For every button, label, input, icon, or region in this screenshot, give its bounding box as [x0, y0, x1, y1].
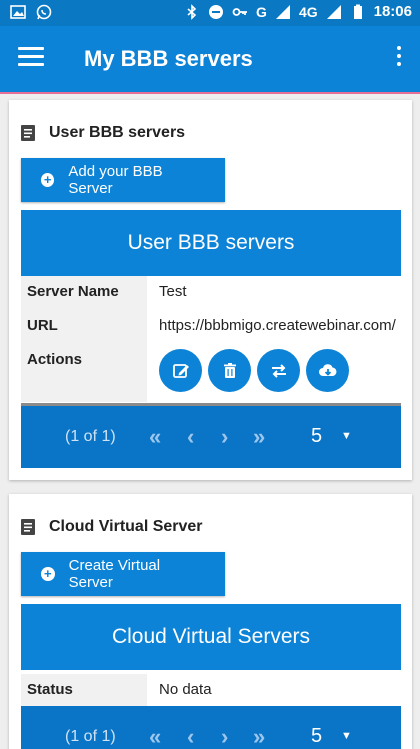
row-value: Test	[159, 283, 187, 300]
network-type-label: G	[256, 3, 267, 20]
do-not-disturb-icon	[209, 4, 224, 19]
row-value: No data	[159, 681, 212, 698]
cloud-servers-header: Cloud Virtual Server	[21, 518, 203, 536]
user-servers-pager: (1 of 1) « ‹ › » 5 ▼	[21, 406, 401, 468]
add-server-button-label: Add your BBB Server	[68, 163, 163, 197]
prev-page-icon[interactable]: ‹	[187, 424, 194, 450]
more-vert-icon[interactable]	[396, 46, 402, 68]
battery-icon	[353, 4, 362, 19]
prev-page-icon[interactable]: ‹	[187, 724, 194, 749]
table-row: Server Name Test	[21, 276, 401, 310]
user-servers-table-title: User BBB servers	[21, 210, 401, 276]
swap-button[interactable]	[257, 349, 300, 392]
user-servers-table: Server Name Test URL https://bbbmigo.cre…	[21, 276, 401, 402]
user-servers-header: User BBB servers	[21, 124, 185, 142]
row-label: URL	[21, 310, 147, 344]
delete-icon	[223, 362, 236, 378]
add-circle-icon: +	[41, 567, 55, 581]
signal-4g-icon	[326, 4, 341, 19]
hamburger-icon[interactable]	[18, 47, 44, 69]
document-icon	[21, 519, 35, 535]
whatsapp-icon	[36, 4, 52, 20]
download-button[interactable]	[306, 349, 349, 392]
app-bar: My BBB servers	[0, 26, 420, 92]
document-icon	[21, 125, 35, 141]
row-label: Actions	[21, 344, 147, 402]
row-label: Server Name	[21, 276, 147, 310]
row-value: https://bbbmigo.createwebinar.com/	[159, 317, 396, 334]
image-icon	[10, 5, 26, 19]
user-servers-header-label: User BBB servers	[49, 124, 186, 141]
page-size-select[interactable]: 5	[311, 725, 322, 748]
app-bar-accent-line	[0, 92, 420, 94]
cloud-download-icon	[318, 363, 336, 376]
edit-button[interactable]	[159, 349, 202, 392]
first-page-icon[interactable]: «	[149, 424, 161, 450]
next-page-icon[interactable]: ›	[221, 424, 228, 450]
last-page-icon[interactable]: »	[253, 424, 265, 450]
table-row: Status No data	[21, 674, 401, 708]
last-page-icon[interactable]: »	[253, 724, 265, 749]
cloud-servers-header-label: Cloud Virtual Server	[49, 518, 203, 535]
row-label: Status	[21, 674, 147, 708]
create-virtual-server-label: Create Virtual Server	[68, 557, 161, 591]
add-server-button[interactable]: + Add your BBB Server	[21, 158, 225, 202]
key-icon	[232, 7, 248, 16]
delete-button[interactable]	[208, 349, 251, 392]
swap-icon	[271, 363, 286, 378]
status-bar: G 4G 18:06	[0, 0, 420, 26]
action-buttons	[159, 349, 349, 392]
first-page-icon[interactable]: «	[149, 724, 161, 749]
page-title: My BBB servers	[84, 46, 253, 71]
add-circle-icon: +	[41, 173, 55, 187]
cloud-servers-table-title: Cloud Virtual Servers	[21, 604, 401, 670]
network-4g-label: 4G	[298, 3, 318, 20]
clock: 18:06	[373, 3, 412, 20]
cloud-servers-pager: (1 of 1) « ‹ › » 5 ▼	[21, 706, 401, 749]
table-row: URL https://bbbmigo.createwebinar.com/	[21, 310, 401, 344]
caret-down-icon[interactable]: ▼	[341, 730, 352, 742]
caret-down-icon[interactable]: ▼	[341, 430, 352, 442]
signal-icon	[275, 4, 290, 19]
cloud-servers-table: Status No data	[21, 674, 401, 708]
cloud-servers-card: Cloud Virtual Server + Create Virtual Se…	[9, 494, 412, 749]
page-size-select[interactable]: 5	[311, 425, 322, 448]
edit-icon	[172, 363, 189, 378]
table-row: Actions	[21, 344, 401, 402]
page-count: (1 of 1)	[65, 728, 116, 745]
page-count: (1 of 1)	[65, 428, 116, 445]
user-servers-card: User BBB servers + Add your BBB Server U…	[9, 100, 412, 480]
next-page-icon[interactable]: ›	[221, 724, 228, 749]
create-virtual-server-button[interactable]: + Create Virtual Server	[21, 552, 225, 596]
bluetooth-icon	[187, 3, 197, 20]
